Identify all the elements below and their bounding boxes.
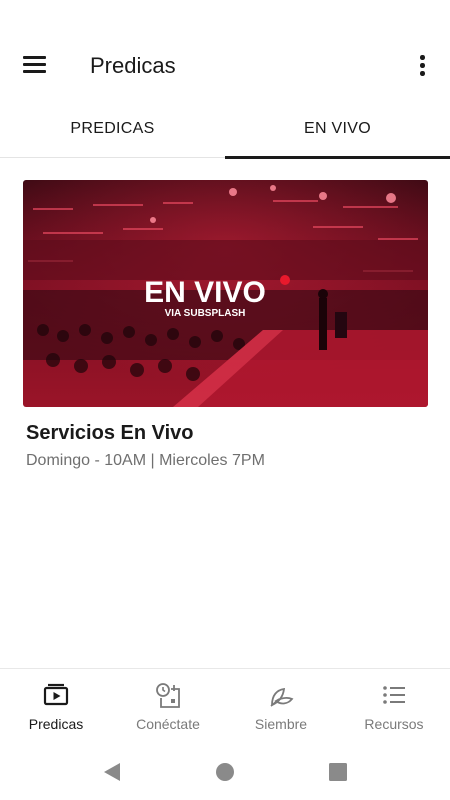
bottom-navigation: Predicas Conéctate Siembre Recursos	[0, 668, 450, 744]
tab-predicas[interactable]: PREDICAS	[0, 104, 225, 158]
tab-bar: PREDICAS EN VIVO	[0, 104, 450, 159]
calendar-clock-icon	[156, 683, 180, 708]
live-service-card[interactable]: EN VIVO VIA SUBSPLASH Servicios En Vivo …	[23, 180, 428, 469]
live-thumbnail-image[interactable]: EN VIVO VIA SUBSPLASH	[23, 180, 428, 407]
recents-square-icon[interactable]	[326, 760, 350, 784]
list-icon	[383, 686, 405, 704]
thumbnail-headline: EN VIVO	[144, 276, 266, 309]
video-library-icon	[43, 683, 69, 706]
nav-item-conectate[interactable]: Conéctate	[112, 669, 224, 745]
seedling-icon	[270, 687, 294, 707]
live-dot-icon	[280, 275, 290, 285]
system-navigation-bar	[0, 744, 450, 800]
nav-item-predicas[interactable]: Predicas	[0, 669, 112, 745]
back-triangle-icon[interactable]	[100, 760, 124, 784]
hamburger-menu-icon[interactable]	[20, 52, 50, 78]
thumbnail-subline: VIA SUBSPLASH	[165, 308, 246, 319]
more-vertical-icon[interactable]	[412, 52, 432, 80]
home-circle-icon[interactable]	[213, 760, 237, 784]
app-bar: Predicas	[0, 0, 450, 104]
page-title: Predicas	[90, 53, 176, 78]
nav-item-siembre[interactable]: Siembre	[225, 669, 337, 745]
card-subtitle: Domingo - 10AM | Miercoles 7PM	[26, 452, 265, 469]
nav-label-conectate: Conéctate	[136, 716, 200, 732]
nav-label-siembre: Siembre	[254, 716, 308, 732]
nav-item-recursos[interactable]: Recursos	[338, 669, 450, 745]
nav-label-recursos: Recursos	[364, 716, 424, 732]
tab-en-vivo[interactable]: EN VIVO	[225, 104, 450, 158]
card-title: Servicios En Vivo	[26, 422, 194, 444]
selected-tab-indicator	[225, 156, 450, 159]
nav-label-predicas: Predicas	[28, 716, 84, 732]
